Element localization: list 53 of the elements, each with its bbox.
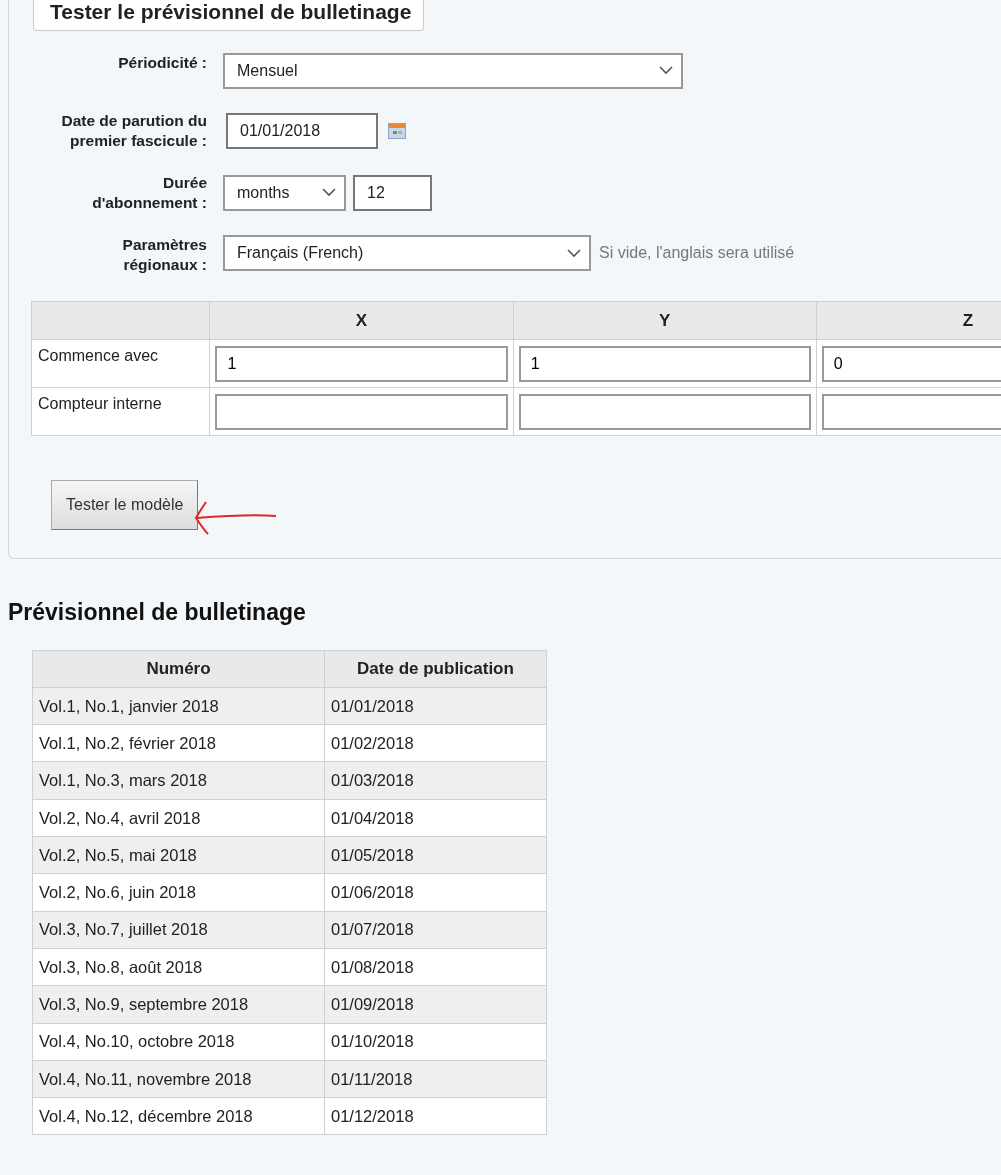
duration-input[interactable]: 12 [353, 174, 432, 211]
hint-text: Si vide, l'anglais sera utilisé [599, 243, 795, 264]
table-cell: 01/11/2018 [324, 1060, 547, 1098]
counter-input[interactable] [215, 393, 508, 430]
calendar-icon[interactable] [388, 122, 406, 139]
locale-select[interactable]: Français (French) [223, 235, 591, 272]
section-heading: Prévisionnel de bulletinage [8, 598, 307, 628]
chevron-down-icon [659, 66, 673, 75]
column-header: X [209, 301, 514, 340]
table-cell: 01/12/2018 [324, 1097, 547, 1135]
date-input[interactable]: 01/01/2018 [226, 112, 378, 149]
test-button[interactable]: Tester le modèle [51, 480, 199, 531]
table-cell: Vol.1, No.3, mars 2018 [32, 761, 325, 800]
counter-input[interactable]: 1 [518, 345, 811, 382]
column-header: Date de publication [324, 650, 547, 688]
table-cell: Vol.4, No.10, octobre 2018 [32, 1023, 325, 1061]
unit-select[interactable]: months [223, 174, 346, 211]
table-cell: 01/03/2018 [324, 761, 547, 800]
table-cell: Vol.4, No.12, décembre 2018 [32, 1097, 325, 1135]
field-label: Paramètres régionaux : [121, 235, 207, 276]
table-cell: Vol.3, No.9, septembre 2018 [32, 985, 325, 1023]
table-cell: Vol.1, No.2, février 2018 [32, 724, 325, 762]
table-cell: 01/04/2018 [324, 799, 547, 837]
table-cell: 01/08/2018 [324, 948, 547, 986]
table-cell: 01/09/2018 [324, 985, 547, 1023]
row-label: Compteur interne [31, 387, 210, 436]
table-cell: Vol.3, No.7, juillet 2018 [32, 911, 325, 949]
column-header: Y [513, 301, 817, 340]
table-cell: Vol.3, No.8, août 2018 [32, 948, 325, 986]
counter-input[interactable]: 0 [821, 345, 1001, 382]
periodicity-select[interactable]: Mensuel [223, 52, 683, 89]
table-cell: 01/10/2018 [324, 1023, 547, 1061]
field-label: Périodicité : [118, 52, 207, 73]
table-cell: Vol.1, No.1, janvier 2018 [32, 687, 325, 725]
field-label: Durée d'abonnement : [91, 172, 207, 213]
column-header: Z [816, 301, 1001, 340]
table-cell: 01/01/2018 [324, 687, 547, 725]
fieldset-legend: Tester le prévisionnel de bulletinage [33, 0, 425, 31]
column-header: Numéro [32, 650, 325, 688]
table-cell: Vol.4, No.11, novembre 2018 [32, 1060, 325, 1098]
chevron-down-icon [322, 188, 336, 198]
chevron-down-icon [567, 248, 581, 258]
table-cell: Vol.2, No.6, juin 2018 [32, 873, 325, 912]
counter-input[interactable]: 1 [215, 345, 508, 382]
table-cell: Vol.2, No.5, mai 2018 [32, 836, 325, 874]
row-label: Commence avec [31, 339, 210, 388]
field-label: Date de parution du premier fascicule : [60, 110, 207, 151]
table-cell: 01/05/2018 [324, 836, 547, 874]
table-cell: 01/02/2018 [324, 724, 547, 762]
counter-input[interactable] [518, 393, 811, 430]
table-cell: 01/06/2018 [324, 873, 547, 912]
table-cell: Vol.2, No.4, avril 2018 [32, 799, 325, 837]
table-cell: 01/07/2018 [324, 911, 547, 949]
